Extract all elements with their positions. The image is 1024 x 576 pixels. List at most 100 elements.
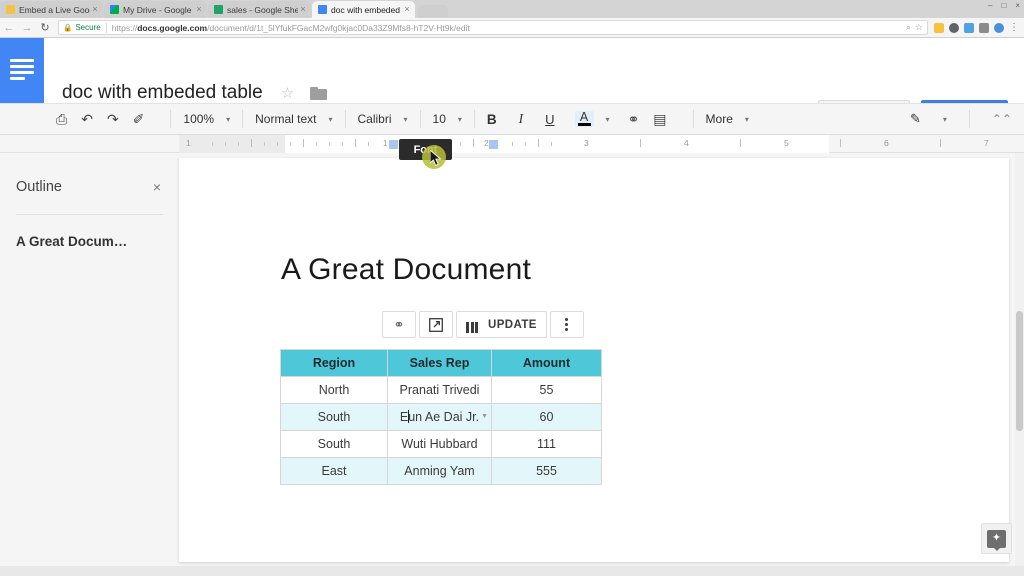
explore-button[interactable]: ✦ xyxy=(981,523,1012,554)
new-tab-button[interactable] xyxy=(418,5,448,18)
lock-icon: 🔒 xyxy=(63,23,72,32)
cell-region[interactable]: South xyxy=(281,431,388,458)
chevron-down-icon[interactable]: ▾ xyxy=(606,115,610,124)
table-row[interactable]: South Eun Ae Dai Jr.▼ 60 xyxy=(281,404,602,431)
url-input[interactable]: 🔒 Secure https://docs.google.com/documen… xyxy=(58,20,928,35)
open-source-button[interactable] xyxy=(419,311,453,338)
cell-sales-rep[interactable]: Pranati Trivedi xyxy=(388,377,492,404)
underline-button[interactable]: U xyxy=(545,112,554,127)
cell-region[interactable]: South xyxy=(281,404,388,431)
redo-icon[interactable]: ↷ xyxy=(107,112,119,126)
extension-icon-4[interactable] xyxy=(979,23,989,33)
cell-sales-rep-editing[interactable]: Eun Ae Dai Jr.▼ xyxy=(388,404,492,431)
cell-sales-rep[interactable]: Anming Yam xyxy=(388,458,492,485)
google-docs-logo[interactable] xyxy=(0,38,44,103)
chevron-down-icon: ▾ xyxy=(226,115,230,124)
chevron-down-icon[interactable]: ▾ xyxy=(745,115,749,124)
browser-address-bar: ← → ↻ 🔒 Secure https://docs.google.com/d… xyxy=(0,18,1024,38)
embedded-chart-toolbar: ⚭ UPDATE xyxy=(382,311,584,338)
extension-icon-3[interactable] xyxy=(964,23,974,33)
close-icon[interactable]: × xyxy=(402,5,412,14)
zoom-select[interactable]: 100% ▾ xyxy=(183,112,230,126)
cell-amount[interactable]: 60 xyxy=(492,404,602,431)
font-size-select[interactable]: 10 ▾ xyxy=(433,112,462,126)
cell-amount[interactable]: 111 xyxy=(492,431,602,458)
close-icon[interactable]: × xyxy=(298,5,308,14)
close-icon[interactable]: × xyxy=(153,179,161,195)
indent-marker[interactable] xyxy=(489,140,498,149)
extension-icon-5[interactable] xyxy=(994,23,1004,33)
undo-icon[interactable]: ↶ xyxy=(81,112,93,126)
table-row[interactable]: North Pranati Trivedi 55 xyxy=(281,377,602,404)
vertical-scrollbar[interactable] xyxy=(1015,153,1024,566)
document-heading[interactable]: A Great Document xyxy=(281,253,531,287)
bookmark-star-icon[interactable]: ☆ xyxy=(915,22,923,33)
italic-button[interactable]: I xyxy=(519,111,524,127)
table-row[interactable]: East Anming Yam 555 xyxy=(281,458,602,485)
url-text: https://docs.google.com/document/d/1t_5l… xyxy=(112,23,470,33)
document-title[interactable]: doc with embeded table xyxy=(62,82,263,104)
chevron-down-icon: ▾ xyxy=(328,115,332,124)
cell-amount[interactable]: 55 xyxy=(492,377,602,404)
star-icon[interactable]: ☆ xyxy=(281,84,294,102)
document-page[interactable]: A Great Document ⚭ xyxy=(179,158,1009,562)
table-icon xyxy=(466,318,482,332)
text-color-swatch xyxy=(578,123,591,126)
docs-favicon-icon xyxy=(318,5,327,14)
font-value: Calibri xyxy=(358,112,392,126)
browser-tab-1[interactable]: My Drive - Google Drive × xyxy=(104,1,207,18)
column-header-amount: Amount xyxy=(492,350,602,377)
close-window-icon[interactable]: × xyxy=(1015,1,1020,10)
paragraph-style-value: Normal text xyxy=(255,112,316,126)
page-zoom-icon[interactable]: ⌕ xyxy=(906,22,911,33)
chevron-down-icon[interactable]: ▾ xyxy=(943,115,947,124)
scrollbar-thumb[interactable] xyxy=(1016,311,1023,431)
editing-mode-pencil-icon[interactable]: ✎ xyxy=(910,111,921,127)
insert-link-icon[interactable]: ⚭ xyxy=(628,112,640,126)
paragraph-style-select[interactable]: Normal text ▾ xyxy=(255,112,332,126)
font-select[interactable]: Calibri ▾ xyxy=(358,112,408,126)
close-icon[interactable]: × xyxy=(194,5,204,14)
close-icon[interactable]: × xyxy=(90,5,100,14)
cell-sales-rep[interactable]: Wuti Hubbard xyxy=(388,431,492,458)
browser-tab-2[interactable]: sales - Google Sheets × xyxy=(208,1,311,18)
hide-menus-chevron-icon[interactable]: ⌃⌃ xyxy=(992,112,1012,126)
browser-tab-0[interactable]: Embed a Live Google S × xyxy=(0,1,103,18)
cell-region[interactable]: North xyxy=(281,377,388,404)
bold-button[interactable]: B xyxy=(487,112,497,127)
chevron-down-icon[interactable]: ▼ xyxy=(481,413,488,420)
print-icon[interactable]: ⎙ xyxy=(56,112,67,126)
folder-icon[interactable] xyxy=(310,87,327,100)
outline-item-0[interactable]: A Great Docum… xyxy=(0,215,179,249)
chrome-menu-icon[interactable]: ⋮ xyxy=(1009,24,1019,32)
extension-icon-1[interactable] xyxy=(934,23,944,33)
table-row[interactable]: South Wuti Hubbard 111 xyxy=(281,431,602,458)
update-button[interactable]: UPDATE xyxy=(456,311,547,338)
column-header-sales-rep: Sales Rep xyxy=(388,350,492,377)
browser-window: Embed a Live Google S × My Drive - Googl… xyxy=(0,0,1024,576)
divider xyxy=(106,23,107,33)
maximize-icon[interactable]: □ xyxy=(1001,1,1006,10)
forward-icon[interactable]: → xyxy=(18,22,36,34)
paint-format-icon[interactable]: ✐ xyxy=(133,112,145,126)
indent-marker[interactable] xyxy=(389,140,398,149)
chevron-down-icon: ▾ xyxy=(458,115,462,124)
ruler[interactable]: 1 1 2 3 4 5 6 7 xyxy=(0,135,1024,153)
add-comment-icon[interactable]: ▤ xyxy=(653,112,666,126)
minimize-icon[interactable]: – xyxy=(988,1,992,10)
cell-region[interactable]: East xyxy=(281,458,388,485)
browser-tab-3-active[interactable]: doc with embeded table × xyxy=(312,1,415,18)
back-icon[interactable]: ← xyxy=(0,22,18,34)
reload-icon[interactable]: ↻ xyxy=(36,21,54,34)
gear-icon[interactable] xyxy=(949,23,959,33)
cell-amount[interactable]: 555 xyxy=(492,458,602,485)
text-color-button[interactable]: A xyxy=(575,111,594,127)
window-bottom-bar xyxy=(0,566,1024,576)
divider xyxy=(969,110,970,128)
ruler-number: 3 xyxy=(584,138,589,148)
embedded-more-button[interactable] xyxy=(550,311,584,338)
embedded-sales-table[interactable]: Region Sales Rep Amount North Pranati Tr… xyxy=(280,349,602,485)
unlink-button[interactable]: ⚭ xyxy=(382,311,416,338)
more-label[interactable]: More xyxy=(706,112,733,126)
ruler-number: 5 xyxy=(784,138,789,148)
